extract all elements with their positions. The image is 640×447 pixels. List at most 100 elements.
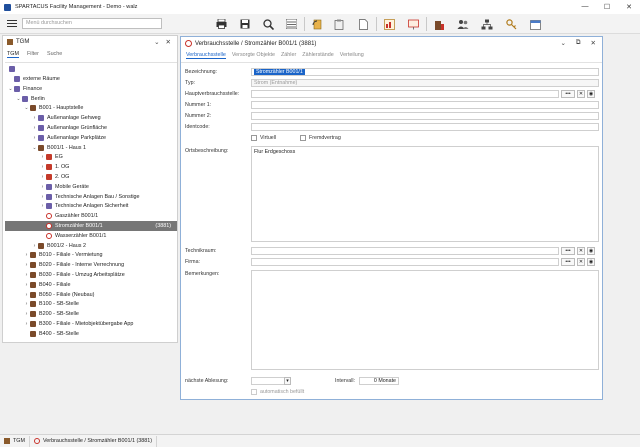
firma-browse-button[interactable]: ••• [561,258,575,266]
tab-tgm[interactable]: TGM [7,51,19,58]
tree-item[interactable]: ⌄ Berlin [16,94,45,104]
identcode-field[interactable] [251,123,599,131]
typ-select[interactable]: Strom (Entnahme) [251,79,599,87]
tab-verteilung[interactable]: Verteilung [340,52,364,59]
expand-arrow-icon[interactable]: › [40,172,45,182]
tree-item[interactable]: › Technische Anlagen Sicherheit [40,201,128,211]
technikraum-field[interactable] [251,247,559,255]
document-icon[interactable] [356,17,370,31]
tree-item[interactable]: ⌄ B001/1 - Haus 1 [32,143,86,153]
view-icon[interactable]: ◉ [587,247,595,255]
task-tgm[interactable]: TGM [0,435,30,447]
tree-item[interactable]: › Mobile Geräte [40,182,89,192]
close-window-button[interactable]: ✕ [618,3,640,11]
print-icon[interactable] [214,17,228,31]
maximize-button[interactable]: ☐ [596,3,618,11]
tree-item[interactable]: externe Räume [8,74,60,84]
expand-arrow-icon[interactable]: › [24,299,29,309]
fremdvertrag-checkbox[interactable] [300,135,306,141]
expand-arrow-icon[interactable]: ⌄ [8,84,13,94]
virtuell-checkbox[interactable] [251,135,257,141]
tree-item[interactable]: › B050 - Filiale (Neubau) [24,290,94,300]
tree-item[interactable]: › B200 - SB-Stelle [24,309,79,319]
expand-arrow-icon[interactable]: › [32,133,37,143]
tree-item[interactable]: › B030 - Filiale - Umzug Arbeitsplätze [24,270,125,280]
expand-arrow-icon[interactable]: ⌄ [24,103,29,113]
clear-icon[interactable]: ✕ [577,247,585,255]
tree-item[interactable]: › Technische Anlagen Bau / Sonstige [40,192,140,202]
tree-item[interactable]: › B020 - Filiale - Interne Verrechnung [24,260,124,270]
expand-arrow-icon[interactable]: › [32,113,37,123]
tab-suche[interactable]: Suche [47,51,62,58]
expand-arrow-icon[interactable]: › [24,290,29,300]
list-view-icon[interactable] [284,17,298,31]
building-icon[interactable] [432,17,446,31]
expand-arrow-icon[interactable]: › [40,162,45,172]
technikraum-browse-button[interactable]: ••• [561,247,575,255]
panel-close-icon[interactable]: ✕ [166,38,171,46]
bemerkungen-textarea[interactable] [251,270,599,370]
tree-item[interactable]: › B001/2 - Haus 2 [32,241,86,251]
refresh-objects-icon[interactable] [310,17,324,31]
automatisch-befuellt-checkbox[interactable] [251,389,257,395]
expand-arrow-icon[interactable]: › [24,270,29,280]
bezeichnung-field[interactable]: Stromzähler B001/1 [251,68,599,76]
expand-arrow-icon[interactable]: › [24,250,29,260]
expand-arrow-icon[interactable]: › [40,201,45,211]
tab-zaehlerstaende[interactable]: Zählerstände [302,52,333,59]
search-icon[interactable] [261,17,275,31]
tree-item[interactable]: › B300 - Filiale - Mietobjektübergabe App [24,319,133,329]
task-verbrauchsstelle[interactable]: Verbrauchsstelle / Stromzähler B001/1 (3… [30,435,158,447]
expand-arrow-icon[interactable]: ⌄ [16,94,21,104]
expand-arrow-icon[interactable]: › [24,319,29,329]
nummer1-field[interactable] [251,101,599,109]
tree-item[interactable]: › 1. OG [40,162,69,172]
menu-search-input[interactable]: Menü durchsuchen [22,18,162,29]
key-icon[interactable] [504,17,518,31]
tree-item[interactable]: Gaszähler B001/1 [40,211,98,221]
intervall-field[interactable]: 0 Monate [359,377,399,385]
presentation-icon[interactable] [406,17,420,31]
view-icon[interactable]: ◉ [587,258,595,266]
tree-item[interactable]: › B040 - Filiale [24,280,70,290]
window-close-icon[interactable]: ✕ [591,39,596,47]
hamburger-menu-icon[interactable] [6,18,18,29]
tree-item[interactable]: ⌄ Finance [8,84,42,94]
minimize-button[interactable]: — [574,3,596,11]
hauptverbrauchsstelle-browse-button[interactable]: ••• [561,90,575,98]
expand-arrow-icon[interactable]: › [24,309,29,319]
report-chart-icon[interactable] [382,17,396,31]
hauptverbrauchsstelle-field[interactable] [251,90,559,98]
nummer2-field[interactable] [251,112,599,120]
expand-arrow-icon[interactable]: ⌄ [32,143,37,153]
network-icon[interactable] [480,17,494,31]
panel-collapse-icon[interactable]: ⌄ [154,38,159,46]
clear-icon[interactable]: ✕ [577,258,585,266]
firma-field[interactable] [251,258,559,266]
date-picker-button[interactable]: ▾ [284,377,291,385]
calendar-icon[interactable] [528,17,542,31]
tab-filter[interactable]: Filter [27,51,39,58]
tab-zaehler[interactable]: Zähler [281,52,296,59]
expand-arrow-icon[interactable]: › [32,123,37,133]
tree-item[interactable]: › 2. OG [40,172,69,182]
tree-item[interactable]: › Außenanlage Gehweg [32,113,101,123]
window-restore-icon[interactable]: ⧉ [576,39,581,47]
tree-item-selected[interactable]: Stromzähler B001/1 (3881) [5,221,177,231]
tree-item[interactable]: › EG [40,152,63,162]
tree-item[interactable]: › B010 - Filiale - Vermietung [24,250,103,260]
expand-arrow-icon[interactable]: › [24,280,29,290]
tree-item[interactable]: ⌄ B001 - Hauptstelle [24,103,83,113]
tab-versorgte-objekte[interactable]: Versorgte Objekte [232,52,275,59]
tree-item[interactable]: Wasserzähler B001/1 [40,231,106,241]
tab-verbrauchsstelle[interactable]: Verbrauchsstelle [186,52,226,59]
ortsbeschreibung-textarea[interactable]: Flur Erdgeschoss [251,146,599,242]
clipboard-icon[interactable] [332,17,346,31]
tree-item[interactable]: B400 - SB-Stelle [24,329,79,339]
tree-root[interactable] [8,64,18,74]
save-icon[interactable] [238,17,252,31]
expand-arrow-icon[interactable]: › [40,192,45,202]
view-icon[interactable]: ◉ [587,90,595,98]
clear-icon[interactable]: ✕ [577,90,585,98]
expand-arrow-icon[interactable]: › [24,260,29,270]
